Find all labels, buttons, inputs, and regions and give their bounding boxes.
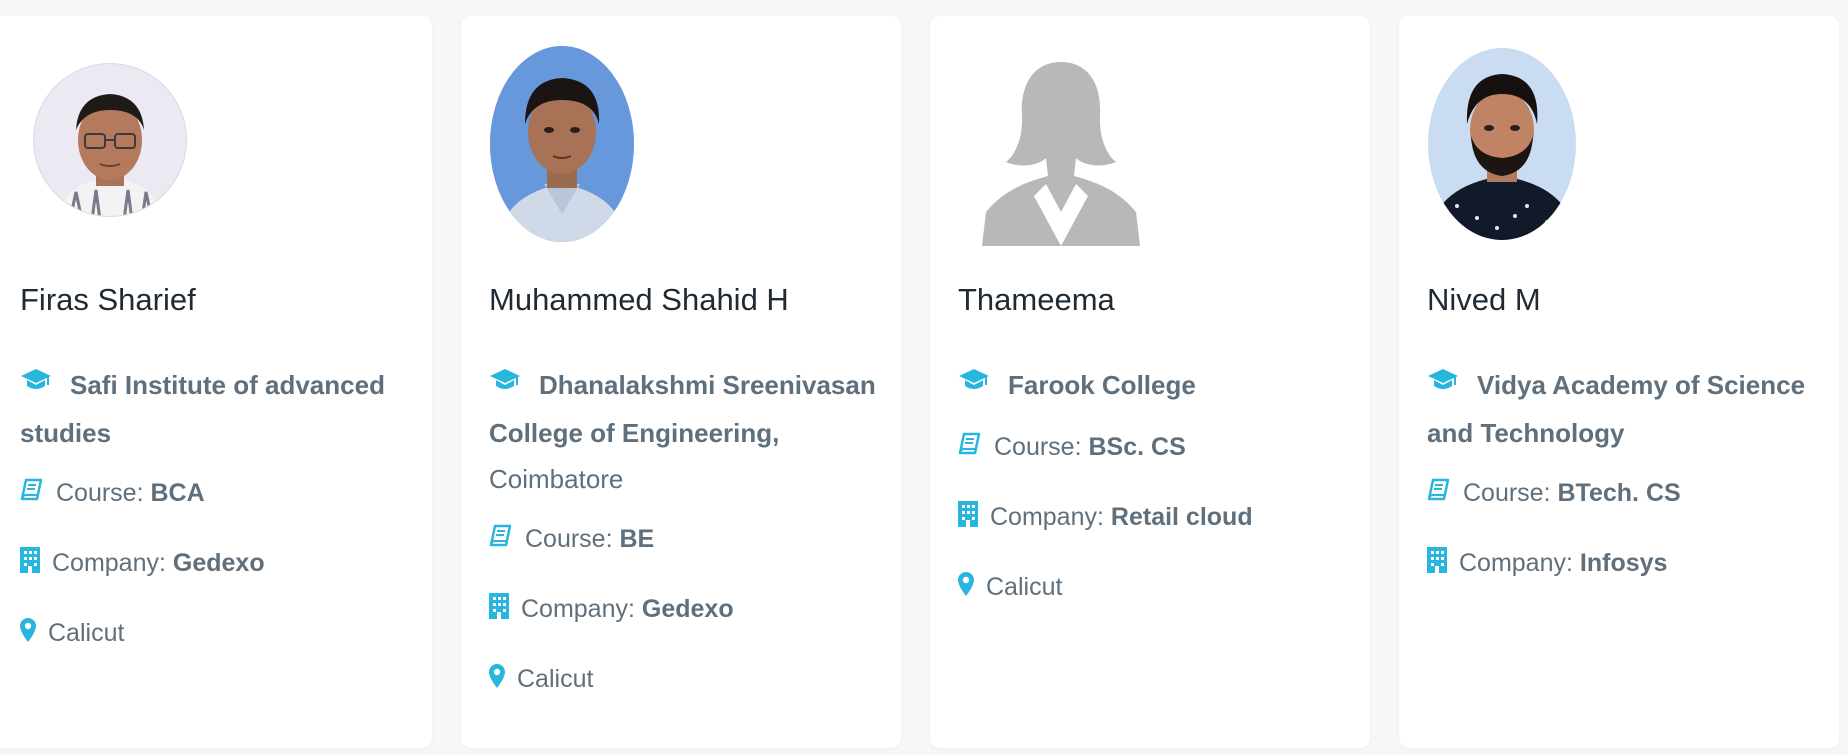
company-label: Company: [521,594,635,623]
building-icon [489,592,509,626]
course-label: Course: [1463,478,1551,507]
student-photo [1427,46,1577,242]
course-label: Course: [56,478,144,507]
company-row: Company: Gedexo [20,540,415,586]
student-card[interactable]: Firas Sharief Safi Institute of advanced… [0,16,432,748]
company-value: Gedexo [641,594,734,623]
building-icon [20,546,40,580]
student-photo [976,44,1146,246]
location-value: Calicut [986,572,1063,601]
location-row: Calicut [489,656,884,702]
student-card[interactable]: Muhammed Shahid H Dhanalakshmi Sreenivas… [461,16,901,748]
location-value: Calicut [48,618,125,647]
book-icon [20,478,44,509]
course-value: BSc. CS [1088,432,1186,461]
course-value: BTech. CS [1557,478,1681,507]
student-photo [30,60,190,220]
course-value: BCA [150,478,205,507]
course-row: Course: BSc. CS [958,424,1353,470]
graduation-cap-icon [489,361,521,407]
course-row: Course: BTech. CS [1427,470,1822,516]
book-icon [958,432,982,463]
institution-name: Farook College [1008,370,1196,400]
location-row: Calicut [958,564,1353,610]
course-label: Course: [994,432,1082,461]
company-value: Retail cloud [1110,502,1253,531]
institution: Safi Institute of advanced studies [20,362,415,456]
building-icon [1427,546,1447,580]
institution: Dhanalakshmi Sreenivasan College of Engi… [489,362,884,502]
company-label: Company: [1459,548,1573,577]
map-pin-icon [489,663,505,695]
student-name: Thameema [958,282,1115,317]
institution: Farook College [958,362,1353,410]
student-card[interactable]: Nived M Vidya Academy of Science and Tec… [1399,16,1839,748]
company-label: Company: [52,548,166,577]
map-pin-icon [20,617,36,649]
student-card[interactable]: Thameema Farook College Course: BSc. CS … [930,16,1370,748]
student-name: Firas Sharief [20,282,196,317]
company-value: Gedexo [172,548,265,577]
book-icon [489,524,513,555]
course-label: Course: [525,524,613,553]
course-row: Course: BE [489,516,884,562]
course-row: Course: BCA [20,470,415,516]
map-pin-icon [958,571,974,603]
building-icon [958,500,978,534]
company-label: Company: [990,502,1104,531]
institution-name: Safi Institute of advanced studies [20,370,385,449]
student-name: Nived M [1427,282,1541,317]
student-photo [489,44,635,244]
company-row: Company: Gedexo [489,586,884,632]
company-value: Infosys [1579,548,1668,577]
graduation-cap-icon [1427,361,1459,407]
graduation-cap-icon [20,361,52,407]
course-value: BE [619,524,655,553]
institution: Vidya Academy of Science and Technology [1427,362,1822,456]
book-icon [1427,478,1451,509]
graduation-cap-icon [958,361,990,407]
location-value: Calicut [517,664,594,693]
institution-name: Dhanalakshmi Sreenivasan College of Engi… [489,370,876,449]
location-row: Calicut [20,610,415,656]
company-row: Company: Retail cloud [958,494,1353,540]
institution-name: Vidya Academy of Science and Technology [1427,370,1806,449]
institution-location: Coimbatore [489,464,624,495]
company-row: Company: Infosys [1427,540,1822,586]
student-name: Muhammed Shahid H [489,282,789,317]
